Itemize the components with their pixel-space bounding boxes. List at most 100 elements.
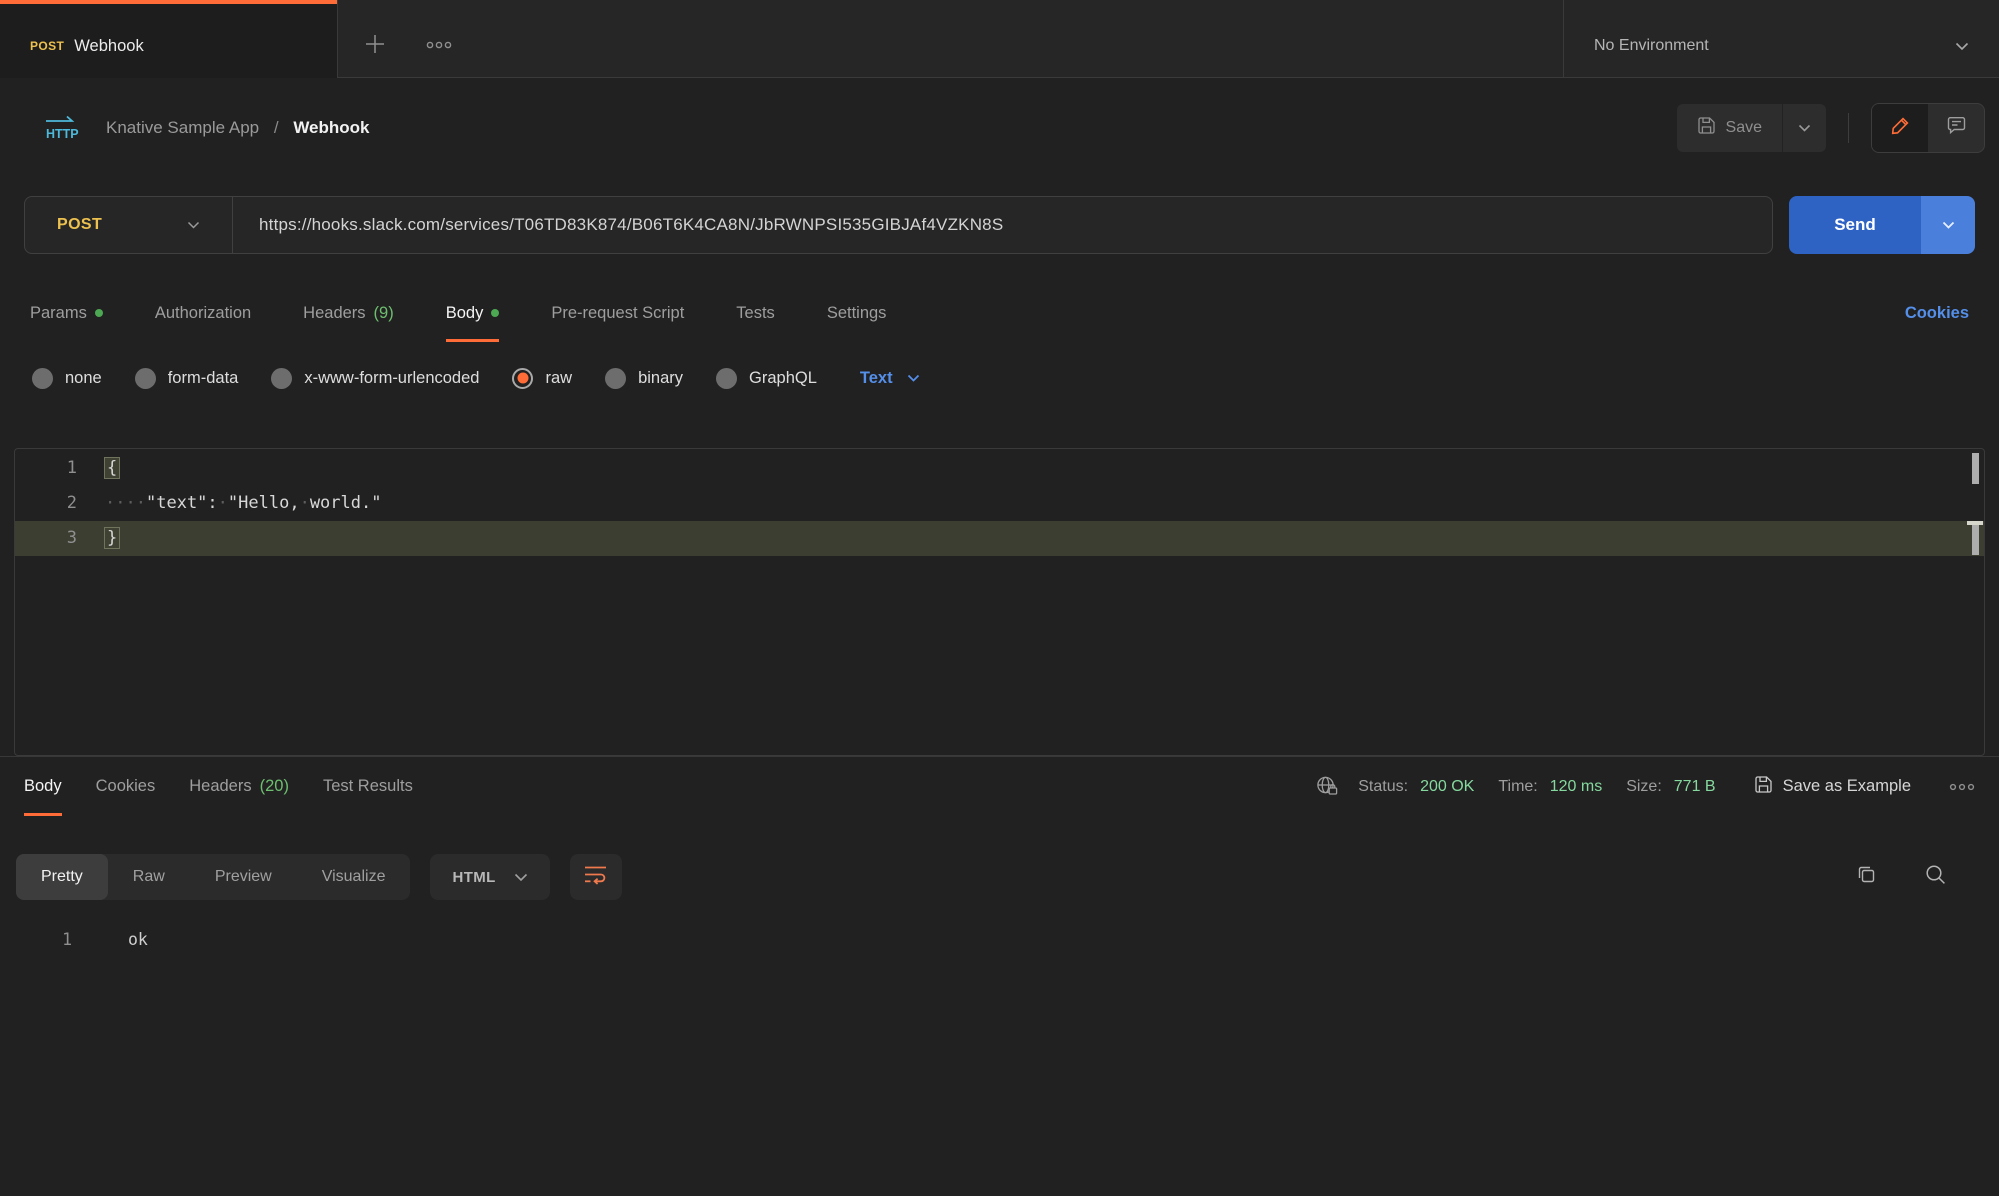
- radio-icon: [32, 368, 53, 389]
- radio-icon: [271, 368, 292, 389]
- request-tab[interactable]: POST Webhook: [0, 0, 338, 78]
- radio-form-data[interactable]: form-data: [135, 368, 239, 389]
- radio-icon: [135, 368, 156, 389]
- radio-binary[interactable]: binary: [605, 368, 683, 389]
- active-tab-indicator: [0, 0, 337, 4]
- response-tab-cookies[interactable]: Cookies: [96, 757, 156, 816]
- tab-strip-border: [338, 77, 1999, 78]
- response-tab-headers[interactable]: Headers (20): [189, 757, 289, 816]
- tab-method-label: POST: [30, 39, 64, 53]
- params-active-dot: [95, 309, 103, 317]
- response-headers-count-badge: (20): [260, 777, 289, 796]
- line-number: 3: [15, 521, 105, 556]
- radio-graphql[interactable]: GraphQL: [716, 368, 817, 389]
- response-options-button[interactable]: [1949, 780, 1975, 794]
- radio-binary-label: binary: [638, 369, 683, 388]
- toolbar-divider: [1848, 113, 1849, 143]
- edit-mode-group: [1871, 103, 1985, 153]
- body-editor[interactable]: 1 { 2 ····"text":·"Hello,·world." 3 }: [14, 448, 1985, 756]
- send-button-group: Send: [1789, 196, 1975, 254]
- tab-body-label: Body: [446, 304, 484, 323]
- environment-selector[interactable]: No Environment: [1563, 0, 1999, 78]
- response-tab-body[interactable]: Body: [24, 757, 62, 816]
- breadcrumb-bar: HTTP Knative Sample App / Webhook Save: [0, 78, 1999, 178]
- pencil-icon: [1890, 115, 1911, 141]
- url-input[interactable]: https://hooks.slack.com/services/T06TD83…: [233, 215, 1029, 235]
- send-options-button[interactable]: [1921, 196, 1975, 254]
- radio-x-www-form-urlencoded[interactable]: x-www-form-urlencoded: [271, 368, 479, 389]
- radio-selected-icon: [512, 368, 533, 389]
- save-as-example-button[interactable]: Save as Example: [1754, 775, 1911, 799]
- chevron-down-icon: [1942, 221, 1955, 229]
- chevron-down-icon: [187, 221, 200, 229]
- tab-settings[interactable]: Settings: [827, 284, 887, 342]
- tab-pre-request-script[interactable]: Pre-request Script: [551, 284, 684, 342]
- response-tab-body-label: Body: [24, 777, 62, 796]
- response-body[interactable]: 1 ok: [0, 922, 1999, 958]
- view-preview[interactable]: Preview: [190, 854, 297, 900]
- breadcrumb-collection[interactable]: Knative Sample App: [106, 118, 259, 137]
- body-active-dot: [491, 309, 499, 317]
- topbar-actions: Save: [1677, 103, 1985, 153]
- time-label: Time:: [1498, 778, 1537, 796]
- tab-authorization[interactable]: Authorization: [155, 284, 251, 342]
- response-tab-test-results[interactable]: Test Results: [323, 757, 413, 816]
- language-selector[interactable]: Text: [860, 369, 920, 388]
- save-button[interactable]: Save: [1677, 104, 1782, 152]
- language-label: Text: [860, 369, 893, 388]
- comment-icon: [1946, 115, 1967, 141]
- response-tab-headers-label: Headers: [189, 777, 251, 796]
- tab-title: Webhook: [74, 37, 143, 56]
- send-button[interactable]: Send: [1789, 196, 1921, 254]
- radio-icon: [716, 368, 737, 389]
- globe-lock-icon[interactable]: [1315, 775, 1340, 798]
- status-label: Status:: [1358, 778, 1408, 796]
- tab-tests[interactable]: Tests: [736, 284, 775, 342]
- tab-headers-label: Headers: [303, 304, 365, 323]
- radio-raw[interactable]: raw: [512, 368, 572, 389]
- response-format-selector[interactable]: HTML: [430, 854, 549, 900]
- overview-ruler-mark[interactable]: [1972, 525, 1979, 555]
- response-line-1: 1 ok: [0, 922, 1999, 958]
- close-brace: }: [105, 528, 119, 548]
- more-options-icon: [1949, 780, 1975, 794]
- tab-settings-label: Settings: [827, 304, 887, 323]
- chevron-down-icon: [514, 873, 528, 882]
- save-button-group: Save: [1677, 104, 1826, 152]
- wrap-text-icon: [583, 864, 608, 890]
- method-selector[interactable]: POST: [25, 197, 233, 253]
- tab-options-button[interactable]: [416, 0, 462, 78]
- editor-line-1: 1 {: [15, 451, 1984, 486]
- tab-strip: POST Webhook No Environment: [0, 0, 1999, 78]
- breadcrumb: Knative Sample App / Webhook: [106, 118, 370, 138]
- tab-params[interactable]: Params: [30, 284, 103, 342]
- comments-button[interactable]: [1928, 104, 1984, 152]
- open-brace: {: [105, 458, 119, 478]
- save-options-button[interactable]: [1782, 104, 1826, 152]
- breadcrumb-request: Webhook: [293, 118, 369, 137]
- search-icon: [1924, 863, 1947, 891]
- copy-response-button[interactable]: [1855, 863, 1878, 891]
- response-tools: [1855, 863, 1947, 891]
- radio-x-www-form-urlencoded-label: x-www-form-urlencoded: [304, 369, 479, 388]
- view-raw[interactable]: Raw: [108, 854, 190, 900]
- tab-body[interactable]: Body: [446, 284, 500, 342]
- body-type-row: none form-data x-www-form-urlencoded raw…: [0, 356, 1999, 400]
- view-pretty[interactable]: Pretty: [16, 854, 108, 900]
- wrap-lines-button[interactable]: [570, 854, 622, 900]
- response-tab-cookies-label: Cookies: [96, 777, 156, 796]
- view-visualize[interactable]: Visualize: [297, 854, 411, 900]
- cookies-link[interactable]: Cookies: [1905, 304, 1969, 323]
- edit-mode-button[interactable]: [1872, 104, 1928, 152]
- time-value: 120 ms: [1550, 778, 1602, 796]
- response-tabs: Body Cookies Headers (20) Test Results: [24, 757, 413, 816]
- copy-icon: [1855, 863, 1878, 891]
- search-response-button[interactable]: [1924, 863, 1947, 891]
- radio-none[interactable]: none: [32, 368, 102, 389]
- response-header: Body Cookies Headers (20) Test Results S…: [0, 756, 1999, 816]
- overview-ruler-mark[interactable]: [1972, 453, 1979, 484]
- tab-headers[interactable]: Headers (9): [303, 284, 394, 342]
- breadcrumb-separator: /: [274, 118, 279, 137]
- line-number: 1: [15, 451, 105, 486]
- new-tab-button[interactable]: [352, 0, 398, 78]
